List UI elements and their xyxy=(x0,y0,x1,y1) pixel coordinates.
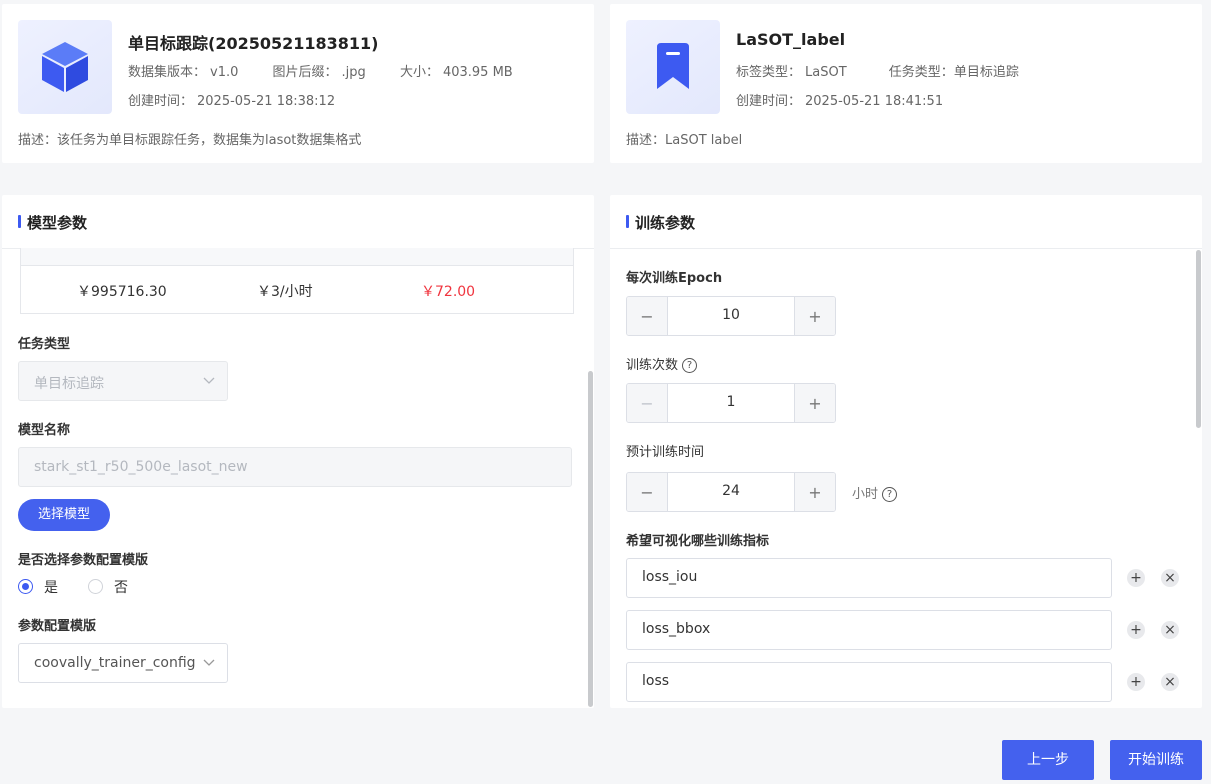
est-time-increment-button[interactable]: + xyxy=(794,473,835,511)
train-times-value[interactable]: 1 xyxy=(668,394,794,410)
chevron-down-icon xyxy=(203,377,215,384)
balance-cell: ￥995716.30 xyxy=(77,284,167,300)
task-type-label: 任务类型： xyxy=(888,65,954,80)
dataset-created-row: 创建时间： 2025-05-21 18:38:12 xyxy=(128,90,343,109)
metric-input[interactable]: loss_iou xyxy=(626,558,1112,598)
bookmark-icon xyxy=(657,43,689,89)
train-times-increment-button[interactable]: + xyxy=(794,384,835,422)
chevron-down-icon xyxy=(203,659,215,666)
suffix-value: .jpg xyxy=(341,65,366,80)
radio-no-label[interactable]: 否 xyxy=(114,577,128,597)
suffix-label: 图片后缀： xyxy=(272,65,338,80)
dataset-meta-row: 数据集版本： v1.0 图片后缀： .jpg 大小： 403.95 MB xyxy=(128,61,521,80)
version-label: 数据集版本： xyxy=(128,65,207,80)
add-metric-button[interactable]: + xyxy=(1127,621,1145,639)
train-times-decrement-button[interactable]: − xyxy=(627,384,668,422)
epoch-field-label: 每次训练Epoch xyxy=(626,271,723,286)
radio-yes[interactable] xyxy=(18,579,33,594)
train-panel-header: 训练参数 xyxy=(610,195,1202,249)
label-type-label: 标签类型： xyxy=(736,65,802,80)
select-model-button[interactable]: 选择模型 xyxy=(18,499,110,531)
metric-value: loss xyxy=(642,673,670,689)
label-description: 描述：LaSOT label xyxy=(626,133,743,148)
task-type-field-label: 任务类型 xyxy=(18,337,71,352)
question-icon[interactable]: ? xyxy=(682,358,698,373)
task-type-select: 单目标追踪 xyxy=(18,361,228,401)
title-accent-bar xyxy=(18,215,21,228)
est-time-stepper: − 24 + xyxy=(626,472,836,512)
question-icon[interactable]: ? xyxy=(882,487,898,502)
task-type-select-value: 单目标追踪 xyxy=(34,376,104,392)
template-field-label: 参数配置模版 xyxy=(18,619,97,634)
epoch-decrement-button[interactable]: − xyxy=(627,297,668,335)
label-meta-row: 标签类型： LaSOT 任务类型：单目标追踪 xyxy=(736,61,1027,80)
est-time-field-label: 预计训练时间 xyxy=(626,445,705,460)
model-name-field-label: 模型名称 xyxy=(18,423,71,438)
template-select[interactable]: coovally_trainer_config xyxy=(18,643,228,683)
template-select-value: coovally_trainer_config xyxy=(34,655,196,671)
price-table: ￥995716.30 ￥3/小时 ￥72.00 xyxy=(20,248,574,314)
cost-cell: ￥72.00 xyxy=(421,284,476,300)
est-time-unit-text: 小时 xyxy=(852,487,879,502)
use-template-label: 是否选择参数配置模版 xyxy=(18,553,149,568)
epoch-stepper: − 10 + xyxy=(626,296,836,336)
radio-yes-label[interactable]: 是 xyxy=(44,577,58,597)
title-accent-bar xyxy=(626,215,629,228)
created-value: 2025-05-21 18:38:12 xyxy=(197,94,336,109)
train-params-panel: 训练参数 每次训练Epoch − 10 + 训练次数? − 1 + 预计训练时间… xyxy=(610,195,1202,708)
label-thumbnail xyxy=(626,20,720,114)
train-panel-scrollbar[interactable] xyxy=(1196,250,1201,428)
label-created-label: 创建时间： xyxy=(736,94,802,109)
label-created-value: 2025-05-21 18:41:51 xyxy=(805,94,944,109)
model-params-panel: 模型参数 ￥995716.30 ￥3/小时 ￥72.00 任务类型 单目标追踪 … xyxy=(2,195,594,708)
version-value: v1.0 xyxy=(210,65,239,80)
cube-icon xyxy=(42,42,88,92)
dataset-description: 描述：该任务为单目标跟踪任务，数据集为lasot数据集格式 xyxy=(18,133,362,148)
created-label: 创建时间： xyxy=(128,94,194,109)
label-created-row: 创建时间： 2025-05-21 18:41:51 xyxy=(736,90,951,109)
metric-input[interactable]: loss_bbox xyxy=(626,610,1112,650)
radio-no[interactable] xyxy=(88,579,103,594)
train-times-label-text: 训练次数 xyxy=(626,358,679,373)
label-title: LaSOT_label xyxy=(736,30,846,49)
est-time-value[interactable]: 24 xyxy=(668,483,794,499)
size-label: 大小： xyxy=(399,65,439,80)
size-value: 403.95 MB xyxy=(442,65,513,80)
est-time-decrement-button[interactable]: − xyxy=(627,473,668,511)
dataset-thumbnail xyxy=(18,20,112,114)
metric-value: loss_iou xyxy=(642,569,698,585)
price-table-header xyxy=(21,248,573,266)
add-metric-button[interactable]: + xyxy=(1127,569,1145,587)
start-training-button[interactable]: 开始训练 xyxy=(1110,740,1202,780)
metric-input[interactable]: loss xyxy=(626,662,1112,702)
remove-metric-button[interactable]: × xyxy=(1161,621,1179,639)
remove-metric-button[interactable]: × xyxy=(1161,673,1179,691)
train-times-field-label: 训练次数? xyxy=(626,354,698,373)
remove-metric-button[interactable]: × xyxy=(1161,569,1179,587)
task-type-value: 单目标追踪 xyxy=(953,65,1019,80)
dataset-info-card: 单目标跟踪(20250521183811) 数据集版本： v1.0 图片后缀： .j… xyxy=(2,4,594,163)
train-panel-title: 训练参数 xyxy=(635,214,696,232)
model-name-value: stark_st1_r50_500e_lasot_new xyxy=(34,459,248,475)
add-metric-button[interactable]: + xyxy=(1127,673,1145,691)
metrics-field-label: 希望可视化哪些训练指标 xyxy=(626,534,770,549)
prev-step-button[interactable]: 上一步 xyxy=(1002,740,1094,780)
metric-value: loss_bbox xyxy=(642,621,711,637)
model-panel-header: 模型参数 xyxy=(2,195,594,249)
epoch-increment-button[interactable]: + xyxy=(794,297,835,335)
est-time-unit: 小时? xyxy=(852,483,898,502)
model-panel-scrollbar[interactable] xyxy=(588,371,593,707)
model-name-input: stark_st1_r50_500e_lasot_new xyxy=(18,447,572,487)
label-info-card: LaSOT_label 标签类型： LaSOT 任务类型：单目标追踪 创建时间： 2… xyxy=(610,4,1202,163)
train-times-stepper: − 1 + xyxy=(626,383,836,423)
label-type-value: LaSOT xyxy=(805,65,847,80)
rate-cell: ￥3/小时 xyxy=(257,284,313,300)
dataset-title: 单目标跟踪(20250521183811) xyxy=(128,34,379,53)
epoch-value[interactable]: 10 xyxy=(668,307,794,323)
model-panel-title: 模型参数 xyxy=(27,214,88,232)
